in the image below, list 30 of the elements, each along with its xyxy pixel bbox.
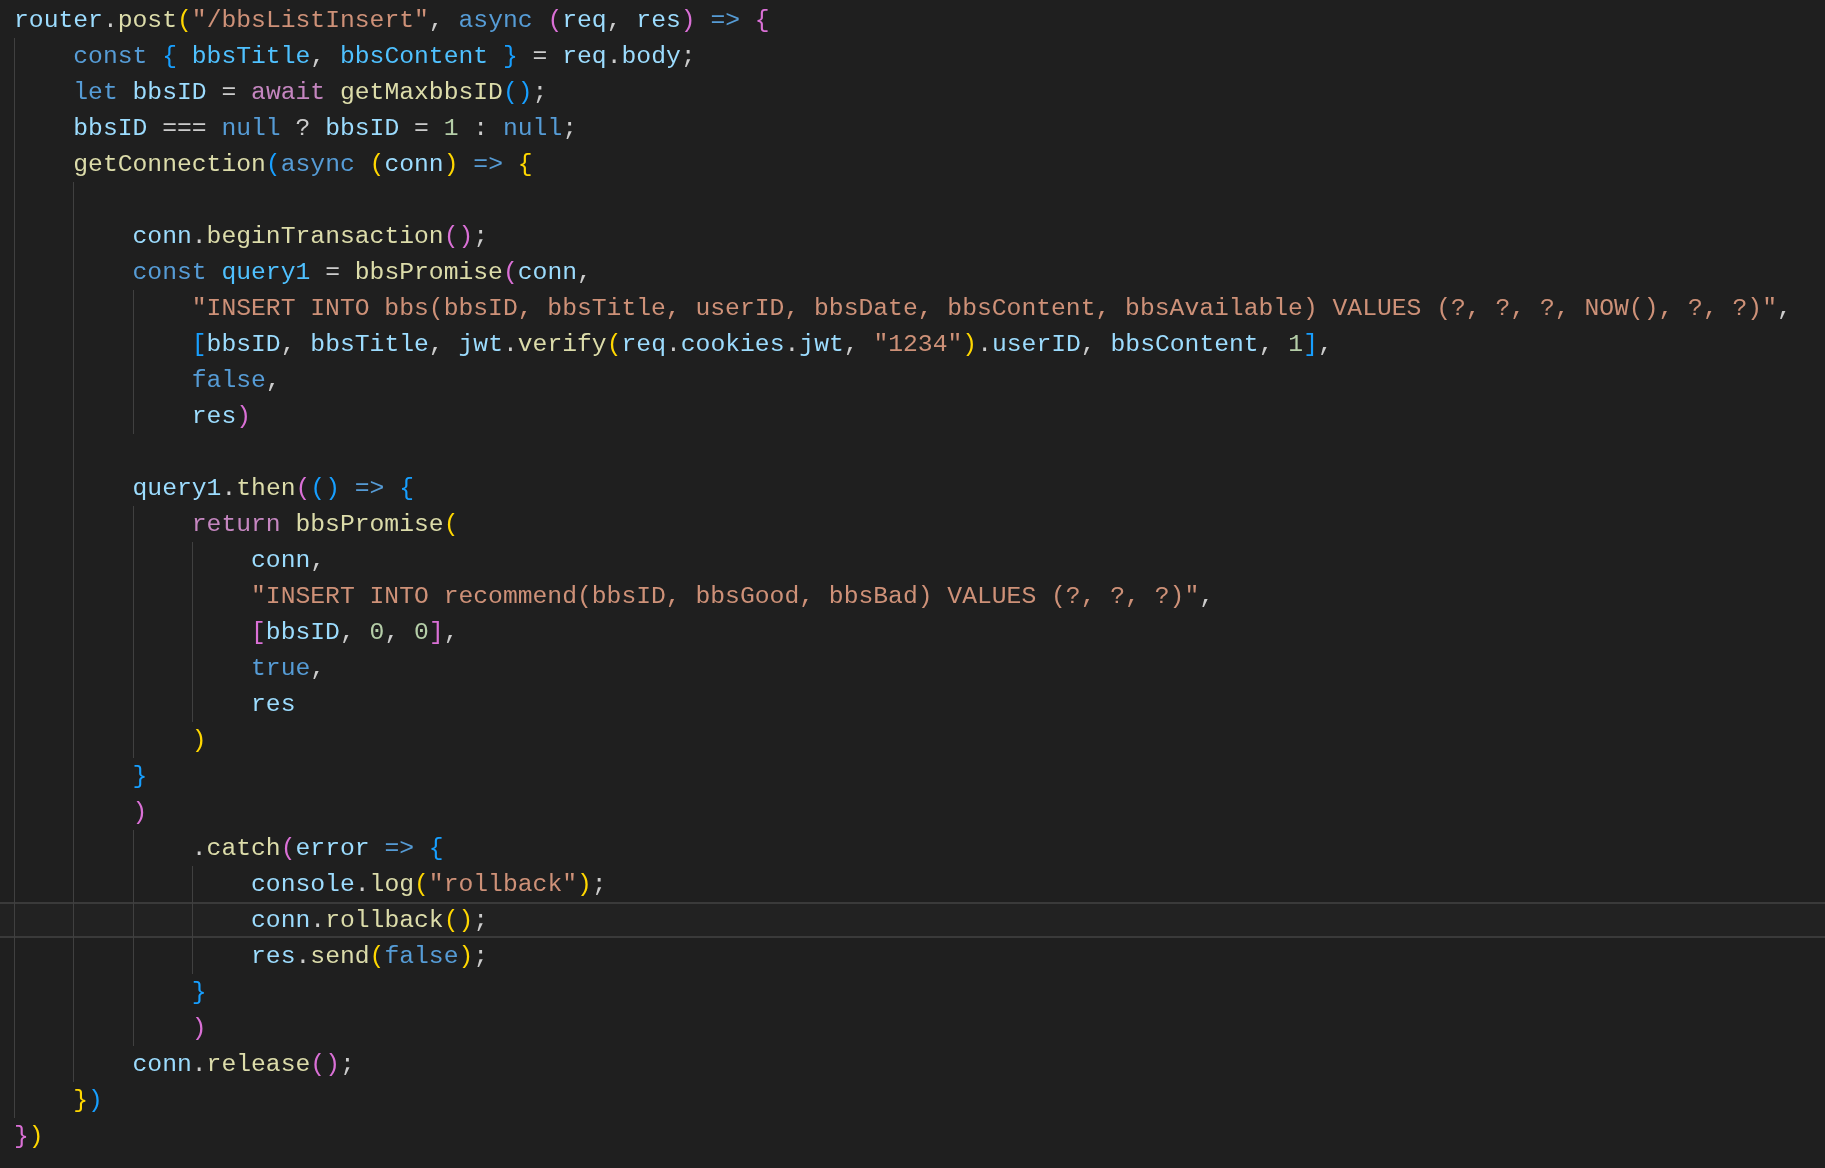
code-line: conn.beginTransaction(); [131, 221, 489, 252]
code-line: ) [190, 1013, 207, 1044]
code-line: false, [190, 365, 281, 396]
code-line: conn.rollback(); [250, 905, 489, 936]
code-line: const { bbsTitle, bbsContent } = req.body; [72, 41, 696, 72]
code-line: let bbsID = await getMaxbbsID(); [72, 77, 548, 108]
code-line: conn.release(); [131, 1049, 355, 1080]
code-line: conn, [250, 545, 326, 576]
code-line: return bbsPromise( [190, 509, 459, 540]
code-line: res.send(false); [250, 941, 489, 972]
code-line: }) [72, 1085, 103, 1116]
code-line: .catch(error => { [190, 833, 444, 864]
code-line: getConnection(async (conn) => { [72, 149, 533, 180]
code-line: const query1 = bbsPromise(conn, [131, 257, 592, 288]
code-line: ) [190, 725, 207, 756]
code-line: } [131, 761, 148, 792]
code-line: router.post("/bbsListInsert", async (req, res) => { [14, 5, 770, 36]
code-line: res [250, 689, 296, 720]
code-line: ) [131, 797, 148, 828]
code-line: "INSERT INTO bbs(bbsID, bbsTitle, userID, bbsDate, bbsContent, bbsAvailable) VALUES (?, ?, ?, NOW(), ?, ?)", [190, 293, 1792, 324]
code-line: console.log("rollback"); [250, 869, 607, 900]
code-line: [bbsID, 0, 0], [250, 617, 459, 648]
code-line: res) [190, 401, 252, 432]
code-line: true, [250, 653, 326, 684]
code-line: "INSERT INTO recommend(bbsID, bbsGood, bbsBad) VALUES (?, ?, ?)", [250, 581, 1215, 612]
code-line: query1.then(() => { [131, 473, 415, 504]
code-line: bbsID === null ? bbsID = 1 : null; [72, 113, 578, 144]
code-line: }) [14, 1121, 44, 1152]
code-line: [bbsID, bbsTitle, jwt.verify(req.cookies.jwt, "1234").userID, bbsContent, 1], [190, 329, 1333, 360]
code-line: } [190, 977, 207, 1008]
